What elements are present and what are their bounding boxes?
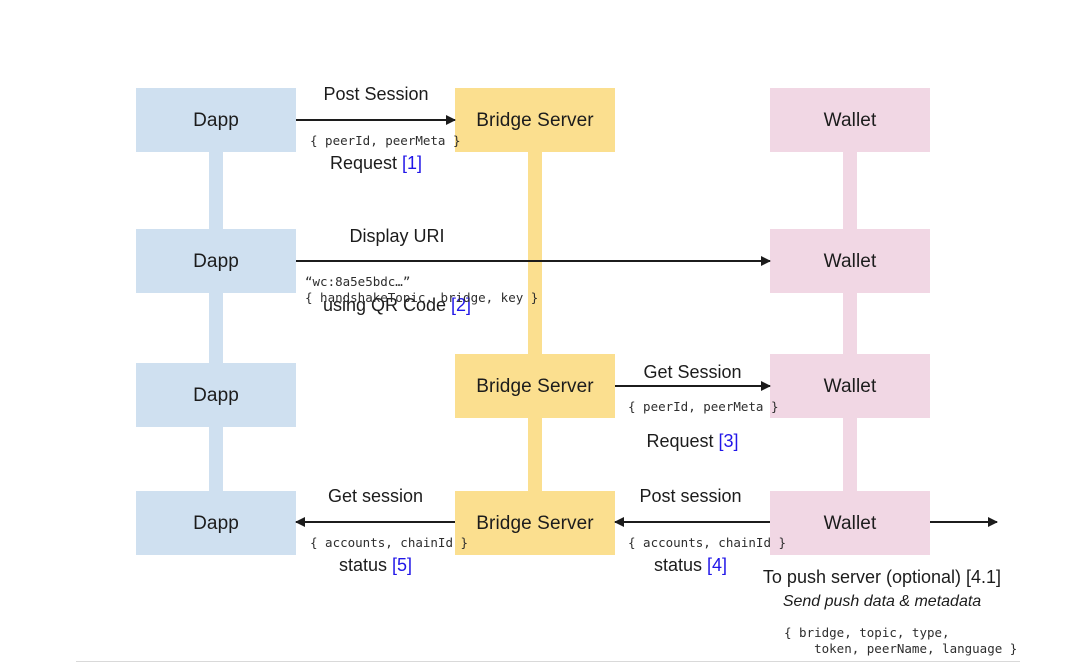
actor-label: Bridge Server [476,109,594,131]
payload-2: “wc:8a5e5bdc…” { handshakeTopic, bridge,… [305,274,539,305]
actor-label: Dapp [193,384,239,406]
message-label-3-line1: Get Session [643,362,742,382]
message-label-5-line2: status [338,555,392,575]
actor-box-dapp-row3[interactable]: Dapp [136,363,296,427]
actor-label: Wallet [823,109,877,131]
arrow-wallet-to-push-server [930,517,998,527]
lifeline-wallet-1 [843,152,857,234]
actor-box-bridge-row4[interactable]: Bridge Server [455,491,615,555]
message-label-1: Post Session Request [1] [295,60,457,198]
arrow-bridge-to-dapp-5 [295,517,455,527]
message-label-5: Get session status [5] [297,462,454,600]
lifeline-bridge-2 [528,418,542,491]
lifeline-dapp-3 [209,427,223,491]
step-number-5: [5] [392,555,413,575]
lifeline-dapp-2 [209,293,223,365]
arrowhead-icon [988,517,998,527]
arrowhead-icon [761,381,771,391]
bottom-divider [76,661,1020,662]
push-note-title-text: To push server (optional) [762,567,967,587]
lifeline-wallet-2 [843,293,857,359]
lifeline-bridge-1 [528,152,542,359]
actor-label: Wallet [823,375,877,397]
message-label-2: Display URI using QR Code [2] [297,202,497,340]
push-note-title: To push server (optional) [4.1] [722,566,1042,589]
actor-box-wallet-row4[interactable]: Wallet [770,491,930,555]
arrowhead-icon [295,517,305,527]
arrow-dapp-to-bridge-1 [296,115,456,125]
step-number-1: [1] [402,153,423,173]
payload-4: { accounts, chainId } [628,535,787,550]
step-number-4-1: [4.1] [966,567,1002,587]
arrow-bridge-to-wallet-3 [615,381,771,391]
actor-box-bridge-row3[interactable]: Bridge Server [455,354,615,418]
message-label-2-line1: Display URI [349,226,445,246]
actor-label: Dapp [193,250,239,272]
actor-box-dapp-row4[interactable]: Dapp [136,491,296,555]
actor-box-wallet-row2[interactable]: Wallet [770,229,930,293]
message-label-1-line2: Request [329,153,403,173]
arrowhead-icon [446,115,456,125]
actor-label: Wallet [823,250,877,272]
lifeline-wallet-3 [843,418,857,491]
arrow-dapp-to-wallet-2 [296,256,771,266]
actor-box-wallet-row1[interactable]: Wallet [770,88,930,152]
actor-label: Wallet [823,512,877,534]
arrowhead-icon [614,517,624,527]
arrowhead-icon [761,256,771,266]
actor-box-bridge-row1[interactable]: Bridge Server [455,88,615,152]
message-label-4-line1: Post session [639,486,742,506]
actor-label: Bridge Server [476,512,594,534]
message-label-5-line1: Get session [327,486,424,506]
payload-1: { peerId, peerMeta } [310,133,461,148]
payload-3: { peerId, peerMeta } [628,399,779,414]
actor-box-dapp-row2[interactable]: Dapp [136,229,296,293]
step-number-3: [3] [718,431,739,451]
payload-5: { accounts, chainId } [310,535,469,550]
message-label-4-line2: status [653,555,707,575]
message-label-1-line1: Post Session [323,84,429,104]
actor-label: Dapp [193,512,239,534]
sequence-diagram: Dapp Bridge Server Wallet Dapp Wallet Da… [0,0,1067,667]
message-label-3-line2: Request [646,431,719,451]
actor-label: Dapp [193,109,239,131]
actor-label: Bridge Server [476,375,594,397]
actor-box-dapp-row1[interactable]: Dapp [136,88,296,152]
arrow-wallet-to-bridge-4 [614,517,770,527]
push-note-subtitle: Send push data & metadata [782,593,982,610]
actor-box-wallet-row3[interactable]: Wallet [770,354,930,418]
push-note-payload: { bridge, topic, type, token, peerName, … [784,625,1018,656]
